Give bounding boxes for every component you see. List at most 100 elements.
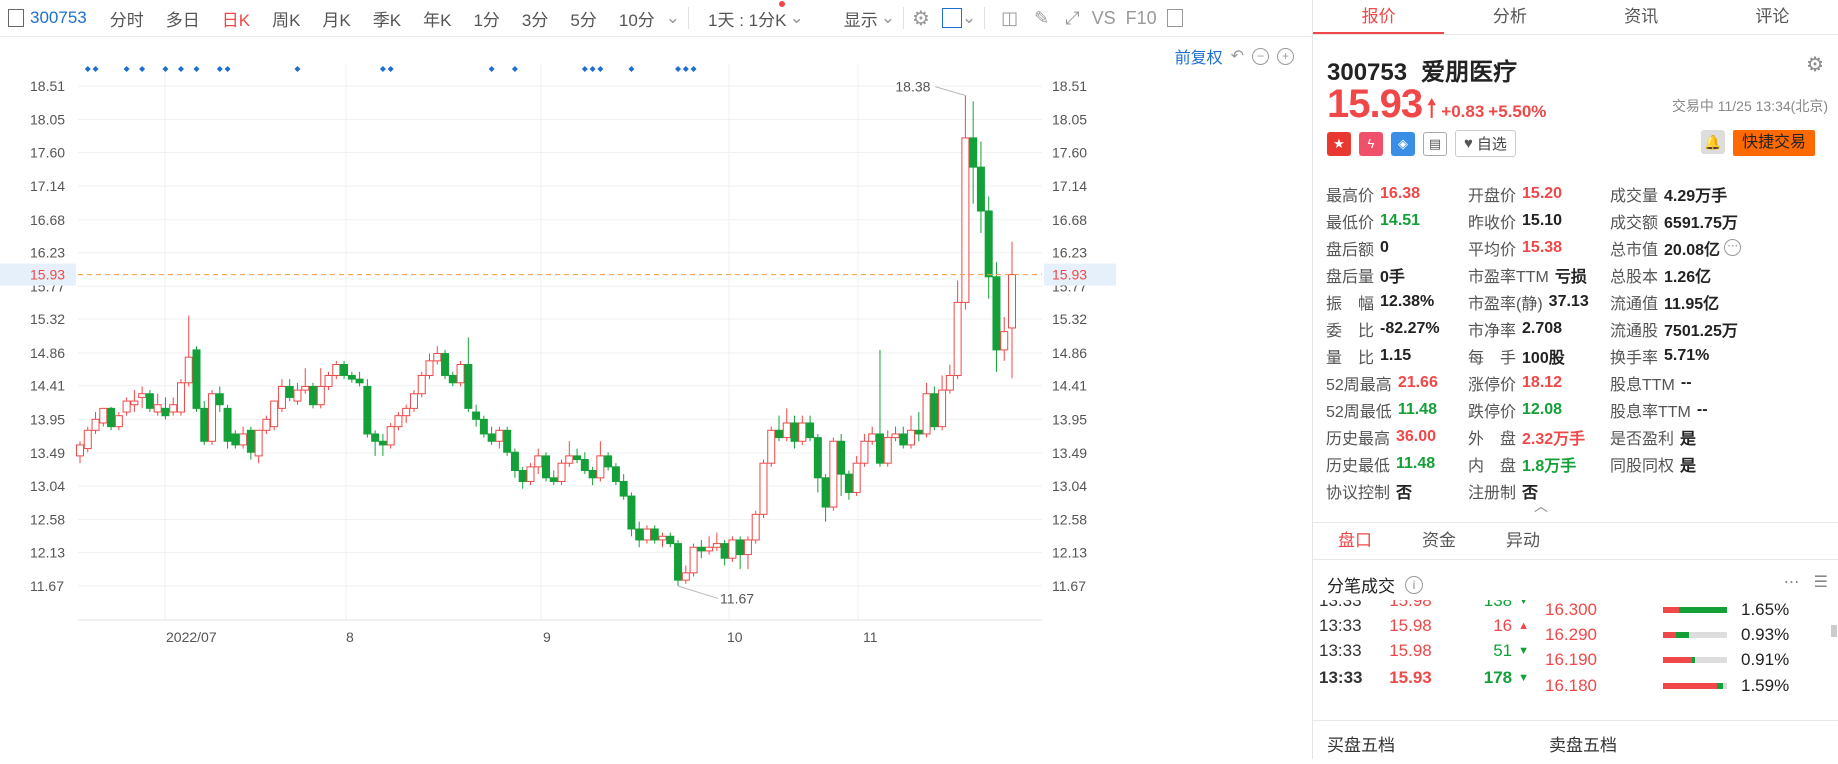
list-icon[interactable]: ☰ [1814, 572, 1828, 592]
watchlist-button[interactable]: ♥ 自选 [1455, 130, 1516, 157]
adjust-button[interactable]: 前复权 [1175, 44, 1223, 68]
quote-tab-2[interactable]: 资讯 [1576, 0, 1707, 34]
candle-body [402, 407, 411, 417]
panel-tab-1[interactable]: 资金 [1397, 523, 1481, 559]
candle-body [875, 433, 884, 464]
period-tab-8[interactable]: 3分 [522, 6, 548, 31]
period-tab-6[interactable]: 年K [423, 6, 451, 31]
f10-button[interactable]: F10 [1126, 8, 1157, 29]
scrollbar[interactable] [1831, 625, 1837, 637]
candle-body [596, 455, 605, 479]
candle-body [961, 137, 970, 303]
period-tab-1[interactable]: 多日 [166, 6, 200, 31]
stat-cell: 昨收价 15.10 [1468, 207, 1562, 234]
candle-body [301, 385, 310, 391]
stat-label: 振 幅 [1326, 295, 1375, 313]
fullscreen-icon[interactable]: ⤢ [1065, 8, 1079, 29]
more-icon[interactable]: ⋯ [1784, 572, 1800, 592]
candle-body [813, 437, 822, 479]
panel-tab-2[interactable]: 异动 [1481, 523, 1565, 559]
more-icon[interactable]: ⋯ [1724, 239, 1742, 256]
stat-cell: 盘后量 0手 [1326, 261, 1405, 288]
candle-body [355, 378, 364, 384]
zoom-in-icon[interactable]: + [1277, 47, 1294, 65]
camera-icon[interactable]: ◫ [1001, 8, 1018, 29]
quick-trade-button[interactable]: 快捷交易 [1733, 130, 1815, 156]
triangle-up-icon: ▲ [1518, 620, 1529, 632]
stat-value: 15.10 [1522, 211, 1563, 229]
candle-body [806, 422, 815, 439]
settings-icon[interactable]: ⚙ [912, 6, 930, 31]
quote-tab-0[interactable]: 报价 [1313, 0, 1445, 34]
period-tab-4[interactable]: 月K [322, 6, 350, 31]
stat-value: 12.08 [1522, 400, 1563, 418]
ticks-title: 分笔成交 [1327, 577, 1395, 596]
y-tick-label-left: 18.05 [30, 112, 65, 128]
draw-rect-icon[interactable] [941, 8, 962, 28]
y-tick-label-right: 14.41 [1052, 378, 1087, 394]
undo-icon[interactable]: ↶ [1231, 46, 1244, 66]
candle-body [503, 429, 512, 453]
chart-canvas[interactable]: 18.51 18.51 18.05 18.05 17.60 17.60 17.14 17.14… [0, 38, 1312, 759]
stat-value: 0 [1380, 238, 1389, 256]
panel-toggle-icon[interactable] [1166, 9, 1183, 27]
candle-body [425, 360, 434, 376]
panel-tab-0[interactable]: 盘口 [1313, 523, 1397, 559]
chevron-down-icon[interactable]: ⌄ [881, 8, 895, 28]
stat-label: 股息率TTM [1610, 403, 1691, 421]
level-bar [1663, 683, 1727, 689]
period-tab-7[interactable]: 1分 [473, 6, 499, 31]
quote-tab-1[interactable]: 分析 [1444, 0, 1575, 34]
stats-row: 盘后量 0手 市盈率TTM 亏损 总股本 1.26亿 [1326, 261, 1838, 288]
tag-icon[interactable]: ◈ [1391, 131, 1415, 156]
y-tick-label-right: 15.32 [1052, 311, 1087, 327]
tick-price: 15.93 [1389, 668, 1432, 687]
candle-body [83, 429, 92, 450]
quote-tab-3[interactable]: 评论 [1707, 0, 1838, 34]
stat-label: 外 盘 [1468, 430, 1517, 448]
note-icon[interactable]: ▤ [1423, 131, 1447, 156]
stats-row: 盘后额 0 平均价 15.38 总市值 20.08亿 ⋯ [1326, 234, 1838, 261]
stat-value: 11.48 [1396, 454, 1436, 472]
display-menu[interactable]: 显示 [844, 6, 878, 31]
sidebar-toggle-icon[interactable] [8, 9, 24, 27]
vs-button[interactable]: VS [1092, 8, 1116, 29]
stat-cell: 跌停价 12.08 [1468, 396, 1562, 423]
period-tab-5[interactable]: 季K [373, 6, 401, 31]
candle-body [767, 429, 776, 464]
bell-icon[interactable]: 🔔 [1701, 130, 1725, 154]
period-tab-10[interactable]: 10分 [619, 6, 655, 31]
period-tab-2[interactable]: 日K [222, 6, 250, 31]
candle-body [549, 477, 558, 482]
x-tick-label: 8 [346, 629, 354, 645]
chevron-down-icon[interactable]: ⌄ [666, 8, 680, 28]
period-tab-0[interactable]: 分时 [110, 6, 144, 31]
candle-body [363, 385, 372, 435]
candle-body [953, 301, 962, 376]
collapse-icon[interactable]: ︿ [1534, 496, 1548, 516]
chevron-down-icon[interactable]: ⌄ [962, 8, 976, 28]
info-icon[interactable]: i [1405, 575, 1423, 594]
candle-body [712, 543, 721, 548]
candle-body [394, 415, 403, 428]
candle-body [743, 539, 752, 556]
period-select[interactable]: 1天 : 1分K [708, 6, 786, 31]
stat-label: 历史最低 [1326, 457, 1391, 475]
candle-body [122, 400, 131, 413]
period-tab-9[interactable]: 5分 [570, 6, 596, 31]
flash-icon[interactable]: ϟ [1359, 131, 1383, 156]
chevron-down-icon[interactable]: ⌄ [789, 8, 803, 28]
y-tick-label-left: 16.68 [30, 212, 65, 228]
stat-cell: 最低价 14.51 [1326, 207, 1420, 234]
y-tick-label-left: 14.41 [30, 378, 65, 394]
plot-area [78, 64, 1042, 620]
high-annotation: 18.38 [895, 79, 930, 95]
zoom-out-icon[interactable]: − [1252, 47, 1269, 65]
gear-icon[interactable]: ⚙ [1806, 52, 1824, 77]
x-tick-label: 11 [863, 629, 878, 645]
triangle-down-icon: ▼ [1518, 645, 1529, 657]
period-tab-3[interactable]: 周K [272, 6, 300, 31]
stat-value: 是 [1680, 430, 1697, 448]
candle-body [324, 374, 333, 387]
pen-icon[interactable]: ✎ [1034, 8, 1049, 29]
